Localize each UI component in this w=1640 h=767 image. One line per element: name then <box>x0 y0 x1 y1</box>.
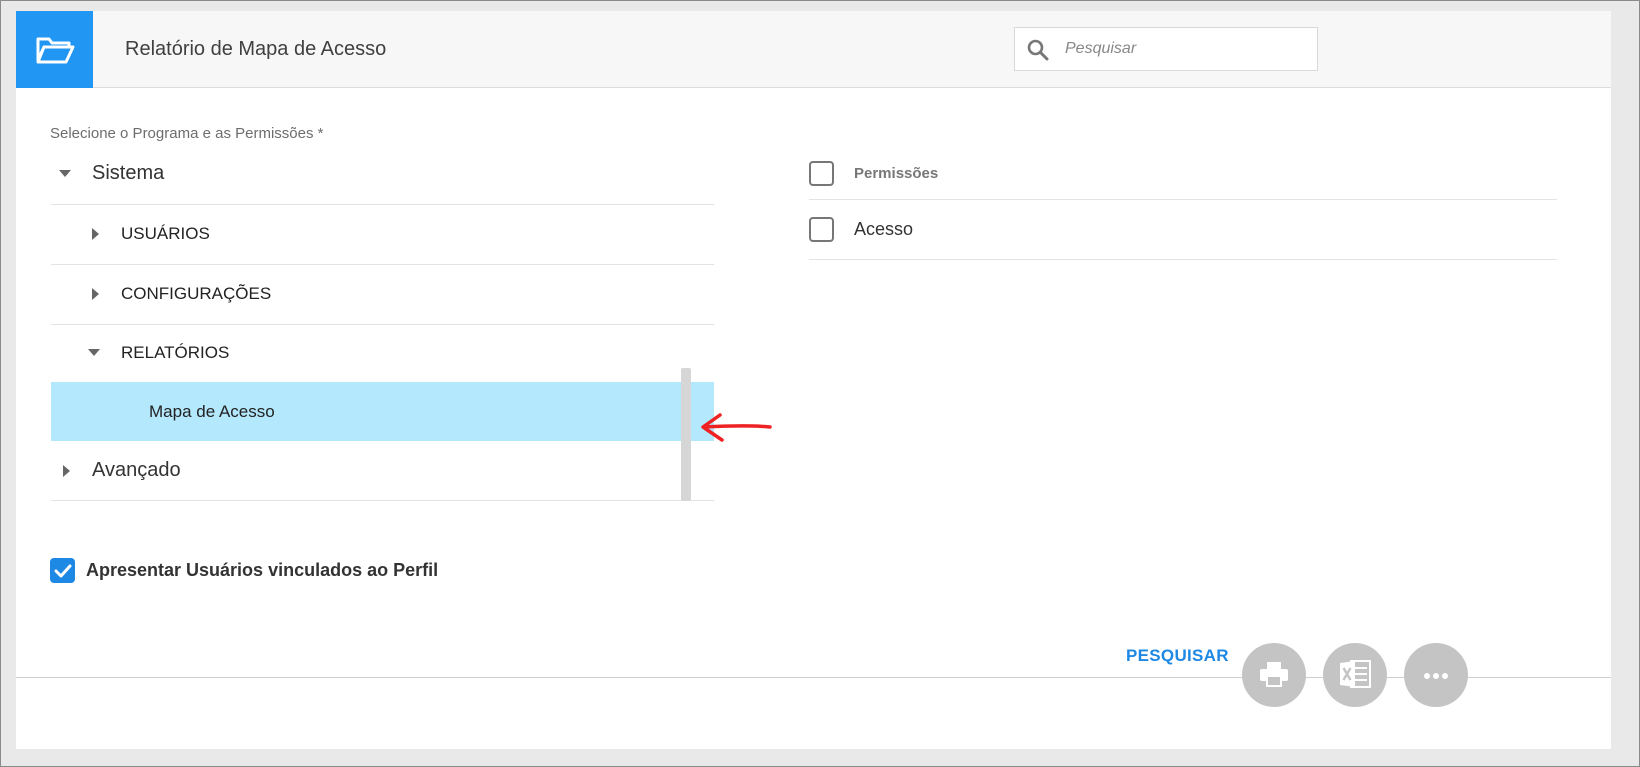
permission-label: Acesso <box>854 219 914 239</box>
tree-item-relatorios[interactable]: RELATÓRIOS <box>51 322 714 384</box>
tree-item-sistema[interactable]: Sistema <box>51 143 714 205</box>
header-bar: Relatório de Mapa de Acesso <box>16 11 1611 88</box>
caret-right-icon[interactable] <box>92 227 99 240</box>
excel-icon <box>1338 658 1372 693</box>
tree-item-label: RELATÓRIOS <box>121 342 230 362</box>
tree-item-label: CONFIGURAÇÕES <box>121 283 272 303</box>
annotation-arrow-icon <box>701 413 772 442</box>
search-box[interactable] <box>1014 27 1318 71</box>
tree-scrollbar[interactable] <box>681 368 691 501</box>
tree-item-avancado[interactable]: Avançado <box>51 441 714 501</box>
search-icon <box>1027 39 1049 66</box>
more-icon <box>1423 668 1449 683</box>
show-users-option[interactable]: Apresentar Usuários vinculados ao Perfil <box>50 558 438 583</box>
tree-item-mapa-de-acesso[interactable]: Mapa de Acesso <box>51 382 714 441</box>
permission-row-acesso[interactable]: Acesso <box>809 200 1557 260</box>
caret-down-icon[interactable] <box>59 170 71 177</box>
caret-down-icon[interactable] <box>88 349 100 356</box>
permissions-header-row: Permissões <box>809 148 1557 200</box>
show-users-label: Apresentar Usuários vinculados ao Perfil <box>86 560 439 580</box>
caret-right-icon[interactable] <box>63 464 70 477</box>
caret-right-icon[interactable] <box>92 287 99 300</box>
tree-item-configuracoes[interactable]: CONFIGURAÇÕES <box>51 263 714 325</box>
show-users-checkbox[interactable] <box>50 558 75 583</box>
tree-item-label: Sistema <box>92 162 165 184</box>
tree-item-label: USUÁRIOS <box>121 223 210 243</box>
check-icon <box>54 564 71 577</box>
search-input[interactable] <box>1065 36 1305 62</box>
folder-open-icon <box>16 11 93 88</box>
more-options-button[interactable] <box>1404 643 1468 707</box>
permissions-header: Permissões <box>854 165 939 182</box>
permission-checkbox[interactable] <box>809 217 834 242</box>
select-all-checkbox[interactable] <box>809 161 834 186</box>
tree-item-usuarios[interactable]: USUÁRIOS <box>51 203 714 265</box>
print-icon <box>1258 660 1290 691</box>
tree-item-label: Mapa de Acesso <box>149 401 275 421</box>
pesquisar-button[interactable]: PESQUISAR <box>1126 646 1229 666</box>
print-button[interactable] <box>1242 643 1306 707</box>
excel-export-button[interactable] <box>1323 643 1387 707</box>
page-title: Relatório de Mapa de Acesso <box>125 38 387 60</box>
program-permissions-label: Selecione o Programa e as Permissões * <box>50 125 324 142</box>
tree-item-label: Avançado <box>92 459 181 481</box>
report-panel: Relatório de Mapa de Acesso Selecione o … <box>16 11 1611 749</box>
